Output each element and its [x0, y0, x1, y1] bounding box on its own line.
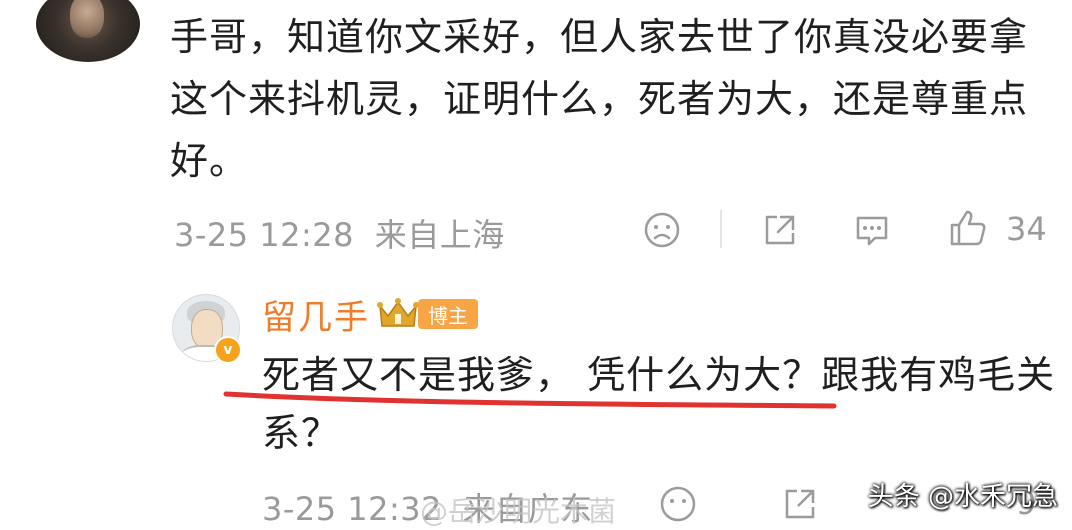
red-underline-annotation	[223, 391, 837, 409]
watermark-corner: 头条 @水禾冗急	[867, 482, 1058, 512]
share-icon[interactable]	[780, 484, 820, 524]
reply-time: 3-25 12:32	[262, 490, 443, 528]
watermark-bottom: @岳沙明光木菌	[420, 495, 617, 528]
dislike-face-icon[interactable]	[658, 484, 698, 524]
